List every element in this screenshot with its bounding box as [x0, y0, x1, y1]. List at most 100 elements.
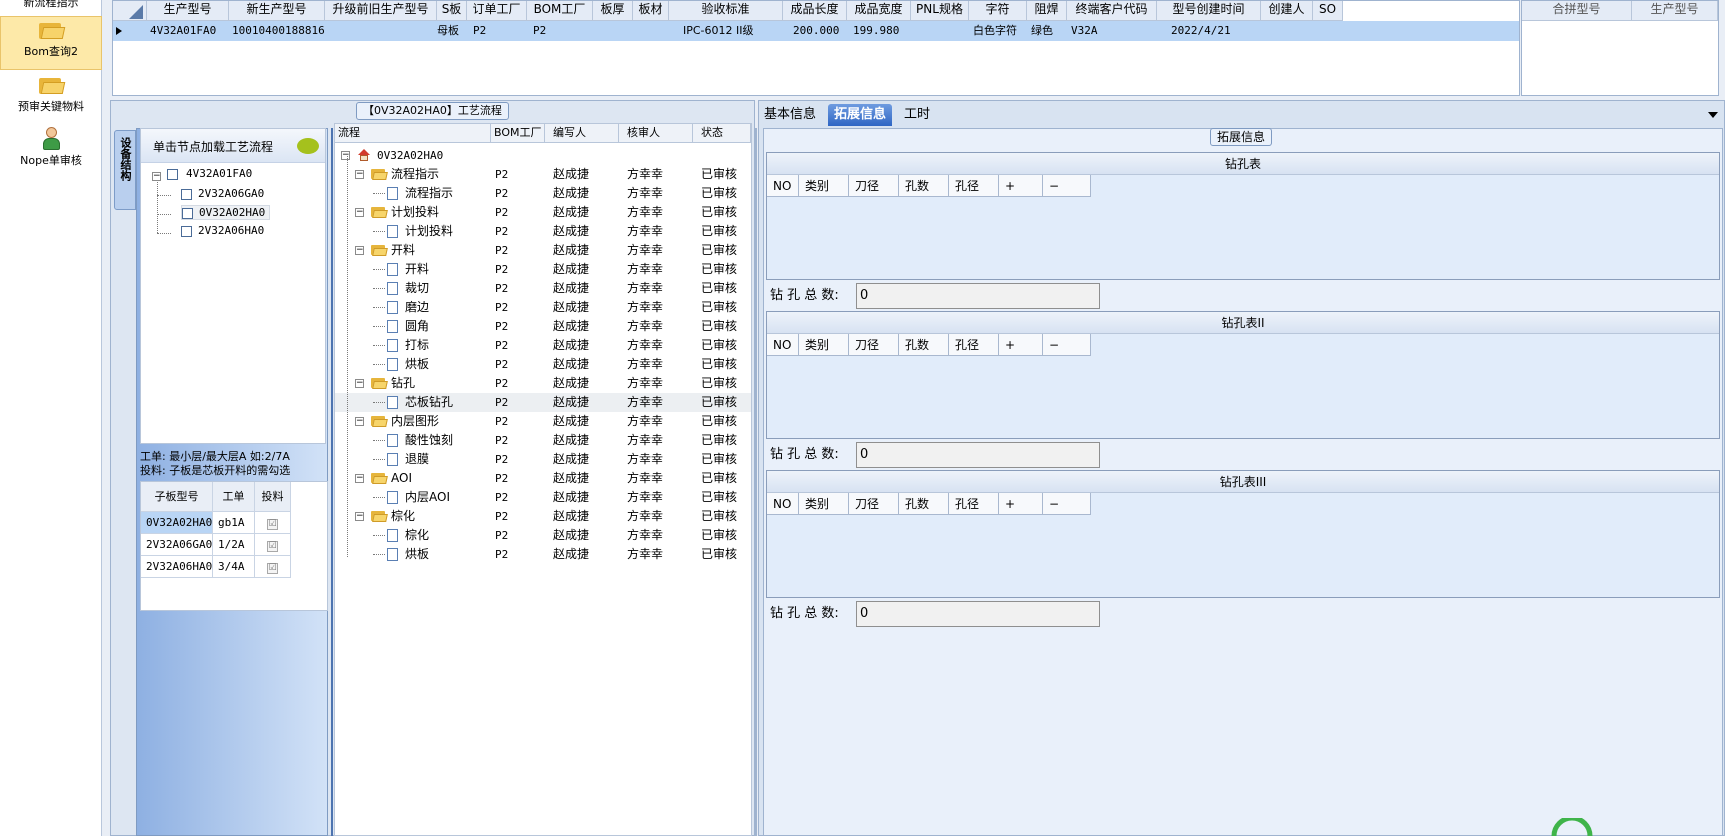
process-row[interactable]: 烘板 P2 赵成捷 方幸幸 已审核 — [335, 355, 751, 374]
cell-mask-color[interactable]: 绿色 — [1027, 21, 1067, 41]
cell-customer-code[interactable]: V32A — [1067, 21, 1157, 41]
col-header[interactable]: 创建人 — [1261, 1, 1313, 21]
splitter[interactable] — [331, 128, 333, 836]
collapse-toggle[interactable]: − — [355, 170, 364, 179]
process-row[interactable]: − 流程指示 P2 赵成捷 方幸幸 已审核 — [335, 165, 751, 184]
add-row-button[interactable]: + — [999, 334, 1043, 356]
process-row[interactable]: − 开料 P2 赵成捷 方幸幸 已审核 — [335, 241, 751, 260]
col-header[interactable]: 孔径 — [949, 175, 999, 197]
cell-model[interactable]: 4V32A01FA0 — [147, 21, 229, 41]
cell-order[interactable]: gb1A — [213, 512, 255, 534]
collapse-toggle[interactable]: − — [355, 379, 364, 388]
cell-length[interactable]: 200.000 — [783, 21, 847, 41]
collapse-toggle[interactable]: − — [355, 208, 364, 217]
process-row[interactable]: 计划投料 P2 赵成捷 方幸幸 已审核 — [335, 222, 751, 241]
cell-order[interactable]: 3/4A — [213, 556, 255, 578]
col-header[interactable]: 孔径 — [949, 334, 999, 356]
cell-bom-factory[interactable]: P2 — [527, 21, 587, 41]
collapse-toggle[interactable]: − — [355, 246, 364, 255]
collapse-toggle[interactable]: − — [341, 151, 350, 160]
nav-item-key-material[interactable]: 预审关键物料 — [0, 72, 102, 122]
col-header[interactable]: 子板型号 — [141, 482, 213, 512]
cell-order[interactable]: 1/2A — [213, 534, 255, 556]
node-checkbox[interactable] — [182, 207, 193, 219]
tree-node-selected[interactable]: 0V32A02HA0 — [181, 205, 271, 220]
node-checkbox[interactable] — [181, 225, 192, 237]
collapse-toggle[interactable]: − — [355, 417, 364, 426]
col-header[interactable]: NO — [767, 175, 799, 197]
process-row[interactable]: 芯板钻孔 P2 赵成捷 方幸幸 已审核 — [335, 393, 751, 412]
col-header[interactable]: 成品宽度 — [847, 1, 911, 21]
cell-created[interactable]: 2022/4/21 — [1157, 21, 1261, 41]
col-header[interactable]: BOM工厂 — [527, 1, 593, 21]
process-row[interactable]: − 钻孔 P2 赵成捷 方幸幸 已审核 — [335, 374, 751, 393]
cell-acceptance-std[interactable]: IPC-6012 II级 — [669, 21, 783, 41]
node-checkbox[interactable] — [181, 188, 192, 200]
col-header[interactable]: SO — [1313, 1, 1343, 21]
col-header[interactable]: 板材 — [633, 1, 669, 21]
col-header[interactable]: 刀径 — [849, 175, 899, 197]
col-header[interactable]: 升级前旧生产型号 — [325, 1, 437, 21]
cell-new-model[interactable]: 10010400188816 — [229, 21, 325, 41]
col-header[interactable]: 合拼型号 — [1522, 1, 1632, 21]
col-header[interactable]: 生产型号 — [1632, 1, 1718, 21]
nav-item-nope-review[interactable]: Nope单审核 — [0, 124, 102, 174]
col-header[interactable]: BOM工厂 — [491, 124, 545, 143]
col-header[interactable]: 订单工厂 — [467, 1, 527, 21]
cell-sub-model[interactable]: 2V32A06GA0 — [141, 534, 213, 556]
col-header[interactable]: NO — [767, 493, 799, 515]
dropdown-arrow-icon[interactable] — [1708, 112, 1718, 118]
cell-order-factory[interactable]: P2 — [467, 21, 527, 41]
col-header[interactable]: 阻焊 — [1027, 1, 1067, 21]
add-row-button[interactable]: + — [999, 493, 1043, 515]
process-row[interactable]: 裁切 P2 赵成捷 方幸幸 已审核 — [335, 279, 751, 298]
col-header[interactable]: 刀径 — [849, 334, 899, 356]
tree-node[interactable]: 2V32A06HA0 — [181, 224, 264, 237]
drill-total-field[interactable]: 0 — [856, 283, 1100, 309]
process-row[interactable]: 开料 P2 赵成捷 方幸幸 已审核 — [335, 260, 751, 279]
col-header[interactable]: 孔径 — [949, 493, 999, 515]
col-header[interactable]: 型号创建时间 — [1157, 1, 1261, 21]
process-row[interactable]: 酸性蚀刻 P2 赵成捷 方幸幸 已审核 — [335, 431, 751, 450]
grid-corner[interactable] — [113, 1, 147, 21]
nav-item-cut[interactable]: 新流程指示 — [0, 0, 102, 10]
col-header[interactable]: NO — [767, 334, 799, 356]
col-header[interactable]: 投料 — [255, 482, 291, 512]
nav-item-bom-query[interactable]: Bom查询2 — [0, 16, 102, 70]
col-header[interactable]: 类别 — [799, 334, 849, 356]
process-row[interactable]: 圆角 P2 赵成捷 方幸幸 已审核 — [335, 317, 751, 336]
col-header[interactable]: 生产型号 — [147, 1, 229, 21]
collapse-toggle[interactable]: − — [355, 512, 364, 521]
process-row[interactable]: 棕化 P2 赵成捷 方幸幸 已审核 — [335, 526, 751, 545]
col-header[interactable]: 孔数 — [899, 175, 949, 197]
col-header[interactable]: 状态 — [693, 124, 751, 143]
col-header[interactable]: 流程 — [335, 124, 491, 143]
col-header[interactable]: 工单 — [213, 482, 255, 512]
node-checkbox[interactable] — [167, 168, 178, 180]
cell-sub-model[interactable]: 2V32A06HA0 — [141, 556, 213, 578]
drill-total-field[interactable]: 0 — [856, 601, 1100, 627]
collapse-toggle[interactable]: − — [152, 172, 161, 181]
col-header[interactable]: 成品长度 — [783, 1, 847, 21]
tree-node[interactable]: 2V32A06GA0 — [181, 187, 264, 200]
feed-checkbox[interactable]: ☑ — [255, 534, 291, 556]
col-header[interactable]: S板 — [437, 1, 467, 21]
remove-row-button[interactable]: − — [1043, 493, 1091, 515]
tab-basic-info[interactable]: 基本信息 — [758, 104, 822, 126]
feed-checkbox[interactable]: ☑ — [255, 512, 291, 534]
col-header[interactable]: 类别 — [799, 493, 849, 515]
tab-work-hours[interactable]: 工时 — [898, 104, 936, 126]
col-header[interactable]: 孔数 — [899, 334, 949, 356]
col-header[interactable]: 核审人 — [619, 124, 693, 143]
process-row[interactable]: 烘板 P2 赵成捷 方幸幸 已审核 — [335, 545, 751, 564]
process-row[interactable]: 磨边 P2 赵成捷 方幸幸 已审核 — [335, 298, 751, 317]
remove-row-button[interactable]: − — [1043, 175, 1091, 197]
chat-bubble-icon[interactable] — [297, 138, 319, 154]
cell-sub-model[interactable]: 0V32A02HA0 — [141, 512, 213, 534]
process-row[interactable]: − AOI P2 赵成捷 方幸幸 已审核 — [335, 469, 751, 488]
tree-node-root[interactable]: 4V32A01FA0 — [167, 167, 252, 180]
col-header[interactable]: 终端客户代码 — [1067, 1, 1157, 21]
collapse-toggle[interactable]: − — [355, 474, 364, 483]
add-row-button[interactable]: + — [999, 175, 1043, 197]
tab-device-structure[interactable]: 设备结构 — [114, 130, 136, 210]
